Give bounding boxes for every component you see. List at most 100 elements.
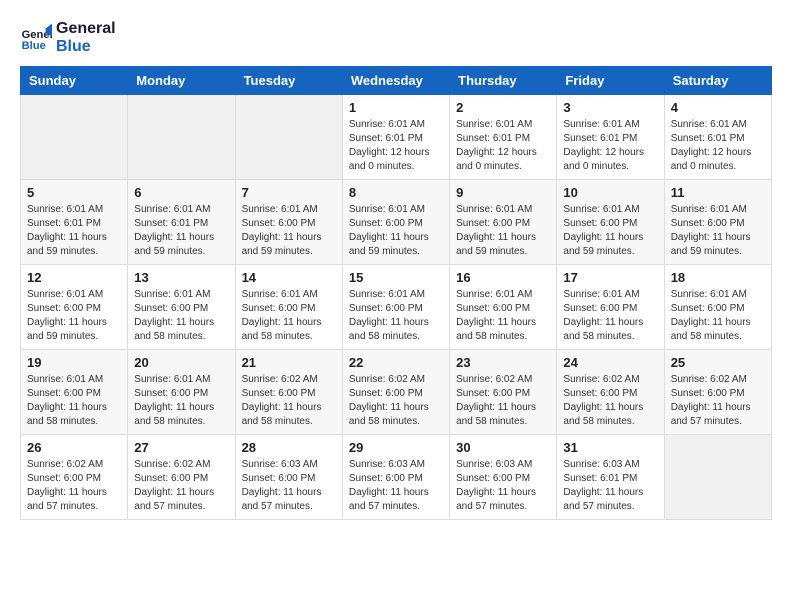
calendar-cell: 14 Sunrise: 6:01 AM Sunset: 6:00 PM Dayli… [235,265,342,350]
weekday-header-friday: Friday [557,67,664,95]
day-number: 21 [242,355,336,370]
calendar-cell: 2 Sunrise: 6:01 AM Sunset: 6:01 PM Daylig… [450,95,557,180]
day-number: 30 [456,440,550,455]
day-info: Sunrise: 6:01 AM Sunset: 6:00 PM Dayligh… [134,373,228,429]
day-info: Sunrise: 6:01 AM Sunset: 6:00 PM Dayligh… [456,203,550,259]
day-number: 13 [134,270,228,285]
day-info: Sunrise: 6:02 AM Sunset: 6:00 PM Dayligh… [27,458,121,514]
day-number: 10 [563,185,657,200]
calendar-cell: 16 Sunrise: 6:01 AM Sunset: 6:00 PM Dayli… [450,265,557,350]
calendar-cell: 8 Sunrise: 6:01 AM Sunset: 6:00 PM Daylig… [342,180,449,265]
day-number: 26 [27,440,121,455]
calendar-cell: 23 Sunrise: 6:02 AM Sunset: 6:00 PM Dayli… [450,350,557,435]
calendar-cell: 9 Sunrise: 6:01 AM Sunset: 6:00 PM Daylig… [450,180,557,265]
calendar-cell [128,95,235,180]
calendar-cell: 13 Sunrise: 6:01 AM Sunset: 6:00 PM Dayli… [128,265,235,350]
day-info: Sunrise: 6:01 AM Sunset: 6:00 PM Dayligh… [134,288,228,344]
day-number: 14 [242,270,336,285]
calendar-cell: 4Sunrise: 6:01 AM Sunset: 6:01 PM Daylig… [664,95,771,180]
calendar-week-row: 1Sunrise: 6:01 AM Sunset: 6:01 PM Daylig… [21,95,772,180]
day-number: 28 [242,440,336,455]
calendar-cell: 12Sunrise: 6:01 AM Sunset: 6:00 PM Dayli… [21,265,128,350]
day-number: 17 [563,270,657,285]
day-number: 24 [563,355,657,370]
day-number: 25 [671,355,765,370]
calendar-cell: 27 Sunrise: 6:02 AM Sunset: 6:00 PM Dayli… [128,435,235,520]
weekday-header-monday: Monday [128,67,235,95]
day-info: Sunrise: 6:01 AM Sunset: 6:00 PM Dayligh… [456,288,550,344]
calendar-cell: 28 Sunrise: 6:03 AM Sunset: 6:00 PM Dayli… [235,435,342,520]
calendar-week-row: 26 Sunrise: 6:02 AM Sunset: 6:00 PM Dayli… [21,435,772,520]
day-info: Sunrise: 6:01 AM Sunset: 6:01 PM Dayligh… [134,203,228,259]
day-number: 9 [456,185,550,200]
day-info: Sunrise: 6:01 AM Sunset: 6:01 PM Dayligh… [349,118,443,174]
day-info: Sunrise: 6:02 AM Sunset: 6:00 PM Dayligh… [349,373,443,429]
calendar-cell: 1Sunrise: 6:01 AM Sunset: 6:01 PM Daylig… [342,95,449,180]
calendar-cell: 30 Sunrise: 6:03 AM Sunset: 6:00 PM Dayli… [450,435,557,520]
day-info: Sunrise: 6:01 AM Sunset: 6:00 PM Dayligh… [242,288,336,344]
day-info: Sunrise: 6:02 AM Sunset: 6:00 PM Dayligh… [456,373,550,429]
calendar-cell: 31 Sunrise: 6:03 AM Sunset: 6:01 PM Dayli… [557,435,664,520]
day-number: 7 [242,185,336,200]
day-info: Sunrise: 6:03 AM Sunset: 6:01 PM Dayligh… [563,458,657,514]
weekday-header-wednesday: Wednesday [342,67,449,95]
day-number: 6 [134,185,228,200]
day-number: 3 [563,100,657,115]
day-info: Sunrise: 6:01 AM Sunset: 6:00 PM Dayligh… [563,203,657,259]
day-info: Sunrise: 6:03 AM Sunset: 6:00 PM Dayligh… [456,458,550,514]
day-info: Sunrise: 6:01 AM Sunset: 6:00 PM Dayligh… [27,373,121,429]
day-info: Sunrise: 6:03 AM Sunset: 6:00 PM Dayligh… [242,458,336,514]
day-info: Sunrise: 6:01 AM Sunset: 6:01 PM Dayligh… [563,118,657,174]
weekday-header-tuesday: Tuesday [235,67,342,95]
day-info: Sunrise: 6:02 AM Sunset: 6:00 PM Dayligh… [134,458,228,514]
logo-text-blue: Blue [56,38,116,56]
weekday-header-saturday: Saturday [664,67,771,95]
calendar-cell: 11Sunrise: 6:01 AM Sunset: 6:00 PM Dayli… [664,180,771,265]
calendar-cell: 20Sunrise: 6:01 AM Sunset: 6:00 PM Dayli… [128,350,235,435]
weekday-header-sunday: Sunday [21,67,128,95]
calendar-cell: 21 Sunrise: 6:02 AM Sunset: 6:00 PM Dayli… [235,350,342,435]
day-info: Sunrise: 6:01 AM Sunset: 6:00 PM Dayligh… [349,203,443,259]
day-info: Sunrise: 6:03 AM Sunset: 6:00 PM Dayligh… [349,458,443,514]
calendar-cell: 19 Sunrise: 6:01 AM Sunset: 6:00 PM Dayli… [21,350,128,435]
day-number: 29 [349,440,443,455]
day-number: 11 [671,185,765,200]
calendar-cell: 24Sunrise: 6:02 AM Sunset: 6:00 PM Dayli… [557,350,664,435]
day-info: Sunrise: 6:01 AM Sunset: 6:01 PM Dayligh… [27,203,121,259]
day-info: Sunrise: 6:01 AM Sunset: 6:00 PM Dayligh… [242,203,336,259]
calendar-cell [664,435,771,520]
day-number: 31 [563,440,657,455]
calendar-table: SundayMondayTuesdayWednesdayThursdayFrid… [20,66,772,520]
calendar-cell [21,95,128,180]
day-number: 19 [27,355,121,370]
day-number: 15 [349,270,443,285]
day-number: 5 [27,185,121,200]
day-number: 8 [349,185,443,200]
svg-text:Blue: Blue [22,40,46,52]
day-info: Sunrise: 6:01 AM Sunset: 6:00 PM Dayligh… [27,288,121,344]
calendar-cell: 17Sunrise: 6:01 AM Sunset: 6:00 PM Dayli… [557,265,664,350]
weekday-header-row: SundayMondayTuesdayWednesdayThursdayFrid… [21,67,772,95]
calendar-week-row: 5 Sunrise: 6:01 AM Sunset: 6:01 PM Daylig… [21,180,772,265]
logo-icon: General Blue [20,22,52,54]
calendar-week-row: 19 Sunrise: 6:01 AM Sunset: 6:00 PM Dayli… [21,350,772,435]
day-number: 23 [456,355,550,370]
day-info: Sunrise: 6:02 AM Sunset: 6:00 PM Dayligh… [671,373,765,429]
calendar-cell [235,95,342,180]
calendar-cell: 10 Sunrise: 6:01 AM Sunset: 6:00 PM Dayli… [557,180,664,265]
calendar-week-row: 12Sunrise: 6:01 AM Sunset: 6:00 PM Dayli… [21,265,772,350]
day-number: 27 [134,440,228,455]
calendar-cell: 15Sunrise: 6:01 AM Sunset: 6:00 PM Dayli… [342,265,449,350]
weekday-header-thursday: Thursday [450,67,557,95]
day-info: Sunrise: 6:02 AM Sunset: 6:00 PM Dayligh… [242,373,336,429]
calendar-cell: 25 Sunrise: 6:02 AM Sunset: 6:00 PM Dayli… [664,350,771,435]
logo-text-general: General [56,20,116,38]
calendar-cell: 7 Sunrise: 6:01 AM Sunset: 6:00 PM Daylig… [235,180,342,265]
day-info: Sunrise: 6:01 AM Sunset: 6:01 PM Dayligh… [456,118,550,174]
day-info: Sunrise: 6:01 AM Sunset: 6:00 PM Dayligh… [671,288,765,344]
day-number: 4 [671,100,765,115]
day-number: 16 [456,270,550,285]
day-number: 2 [456,100,550,115]
calendar-cell: 18Sunrise: 6:01 AM Sunset: 6:00 PM Dayli… [664,265,771,350]
calendar-cell: 22Sunrise: 6:02 AM Sunset: 6:00 PM Dayli… [342,350,449,435]
